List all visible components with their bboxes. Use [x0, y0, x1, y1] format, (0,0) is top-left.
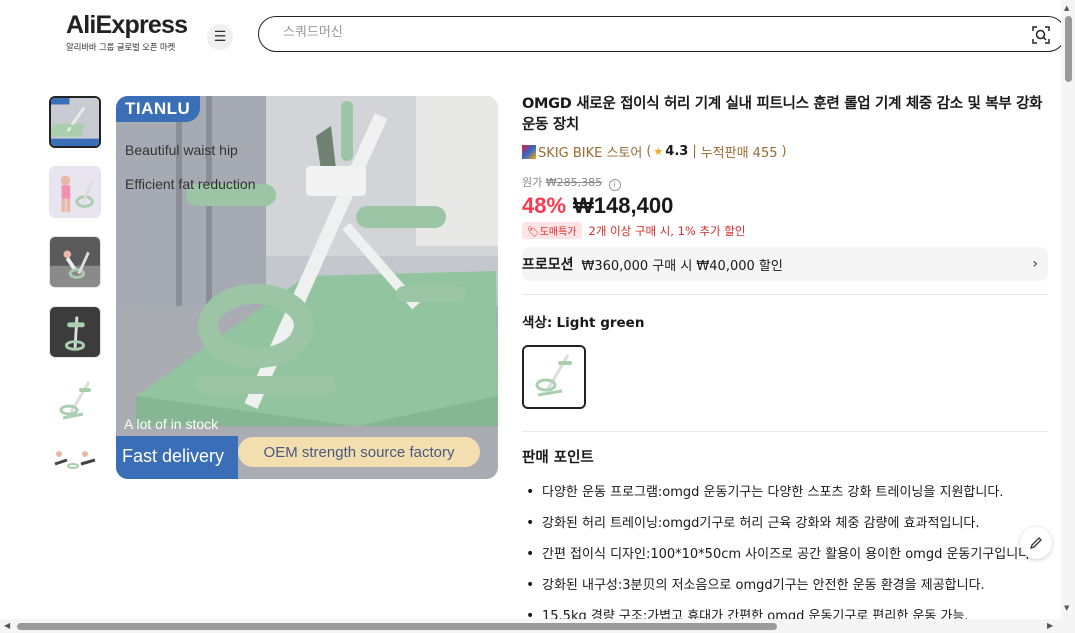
- original-price-line: 원가 ₩285,385 i: [522, 174, 1052, 191]
- store-paren-close: ): [781, 144, 787, 159]
- promotion-row[interactable]: 프로모션 ₩360,000 구매 시 ₩40,000 할인 ›: [522, 247, 1048, 281]
- scroll-right-icon[interactable]: ▶: [1047, 621, 1053, 630]
- vertical-scroll-thumb[interactable]: [1065, 16, 1072, 82]
- search-bar[interactable]: [258, 16, 1066, 52]
- selling-point: 강화된 허리 트레이닝:omgd기구로 허리 근육 강화와 체중 감량에 효과적…: [522, 508, 1032, 539]
- wholesale-text: 2개 이상 구매 시, 1% 추가 할인: [588, 223, 746, 238]
- scroll-down-icon[interactable]: ▼: [1064, 604, 1069, 612]
- color-line: 색상: Light green: [522, 311, 1052, 331]
- vertical-scrollbar[interactable]: ▲ ▼: [1061, 0, 1075, 633]
- original-price: ₩285,385: [545, 176, 603, 189]
- info-icon[interactable]: i: [608, 179, 621, 191]
- scroll-left-icon[interactable]: ◀: [4, 621, 10, 630]
- fast-delivery-badge: Fast delivery: [116, 436, 238, 479]
- store-name[interactable]: SKIG BIKE 스토어: [538, 142, 642, 161]
- image-search-icon[interactable]: [1031, 25, 1051, 45]
- store-sold: 누적판매 455: [700, 146, 778, 161]
- chevron-right-icon: ›: [1032, 256, 1038, 272]
- overlay-line-2: Efficient fat reduction: [125, 176, 256, 192]
- color-swatch-light-green[interactable]: [522, 345, 586, 409]
- wholesale-line: 🏷도매특가 2개 이상 구매 시, 1% 추가 할인: [522, 222, 1052, 239]
- pencil-icon: [1029, 537, 1042, 550]
- divider: [522, 294, 1048, 295]
- logo-subtitle: 알리바바 그룹 글로벌 오픈 마켓: [66, 43, 176, 53]
- product-info: OMGD 새로운 접이식 허리 기계 실내 피트니스 훈련 롤업 기계 체중 감…: [522, 94, 1052, 632]
- thumbnail-4[interactable]: [49, 306, 101, 358]
- store-paren-open: (: [646, 144, 652, 159]
- promotion-label: 프로모션: [522, 257, 574, 273]
- store-separator: |: [692, 144, 697, 159]
- product-title: OMGD 새로운 접이식 허리 기계 실내 피트니스 훈련 롤업 기계 체중 감…: [522, 96, 1043, 133]
- menu-button[interactable]: ☰: [207, 24, 233, 50]
- thumbnail-2[interactable]: [49, 166, 101, 218]
- selling-points-title: 판매 포인트: [522, 450, 594, 466]
- selling-point: 강화된 내구성:3분贝의 저소음으로 omgd기구는 안전한 운동 환경을 제공…: [522, 570, 1032, 601]
- color-label: 색상:: [522, 315, 553, 331]
- star-icon: ★: [653, 145, 664, 158]
- overlay-line-1: Beautiful waist hip: [125, 142, 238, 158]
- selling-points-list: 다양한 운동 프로그램:omgd 운동기구는 다양한 스포츠 강화 트레이닝을 …: [522, 477, 1052, 632]
- thumbnail-3[interactable]: [49, 236, 101, 288]
- thumbnail-5[interactable]: [49, 376, 101, 428]
- divider: [522, 431, 1048, 432]
- store-line: SKIG BIKE 스토어 ( ★ 4.3 | 누적판매 455 ): [522, 142, 1052, 161]
- discount-percent: 48%: [522, 193, 567, 218]
- store-rating: 4.3: [665, 144, 689, 159]
- wholesale-badge: 🏷도매특가: [522, 222, 582, 239]
- color-value: Light green: [556, 315, 645, 331]
- wholesale-badge-label: 도매특가: [539, 227, 577, 238]
- store-logo: [522, 144, 536, 159]
- hamburger-icon: ☰: [213, 29, 227, 45]
- selling-point: 간편 접이식 디자인:100*10*50cm 사이즈로 공간 활용이 용이한 o…: [522, 539, 1032, 570]
- tag-icon: 🏷: [527, 227, 540, 238]
- aliexpress-logo[interactable]: AliExpress 알리바바 그룹 글로벌 오픈 마켓: [66, 12, 191, 53]
- scroll-up-icon[interactable]: ▲: [1064, 4, 1069, 12]
- search-input[interactable]: [283, 25, 983, 40]
- thumbnail-1[interactable]: [49, 96, 101, 148]
- original-label: 원가: [522, 176, 543, 189]
- selling-point: 다양한 운동 프로그램:omgd 운동기구는 다양한 스포츠 강화 트레이닝을 …: [522, 477, 1032, 508]
- horizontal-scroll-thumb[interactable]: [17, 623, 777, 630]
- logo-text: AliExpress: [66, 11, 188, 39]
- thumbnail-6[interactable]: [49, 446, 101, 472]
- main-product-image[interactable]: TIANLU Beautiful waist hip Efficient fat…: [116, 96, 498, 479]
- oem-badge: OEM strength source factory: [238, 437, 480, 467]
- edit-button[interactable]: [1020, 527, 1052, 559]
- promotion-text: ₩360,000 구매 시 ₩40,000 할인: [581, 258, 783, 274]
- horizontal-scrollbar[interactable]: ◀ ▶: [0, 619, 1061, 633]
- stock-text: A lot of in stock: [124, 416, 219, 432]
- thumbnail-list: [49, 96, 101, 490]
- brand-tag: TIANLU: [116, 96, 201, 122]
- sale-price: ₩148,400: [573, 193, 674, 218]
- price-line: 48% ₩148,400: [522, 193, 1052, 219]
